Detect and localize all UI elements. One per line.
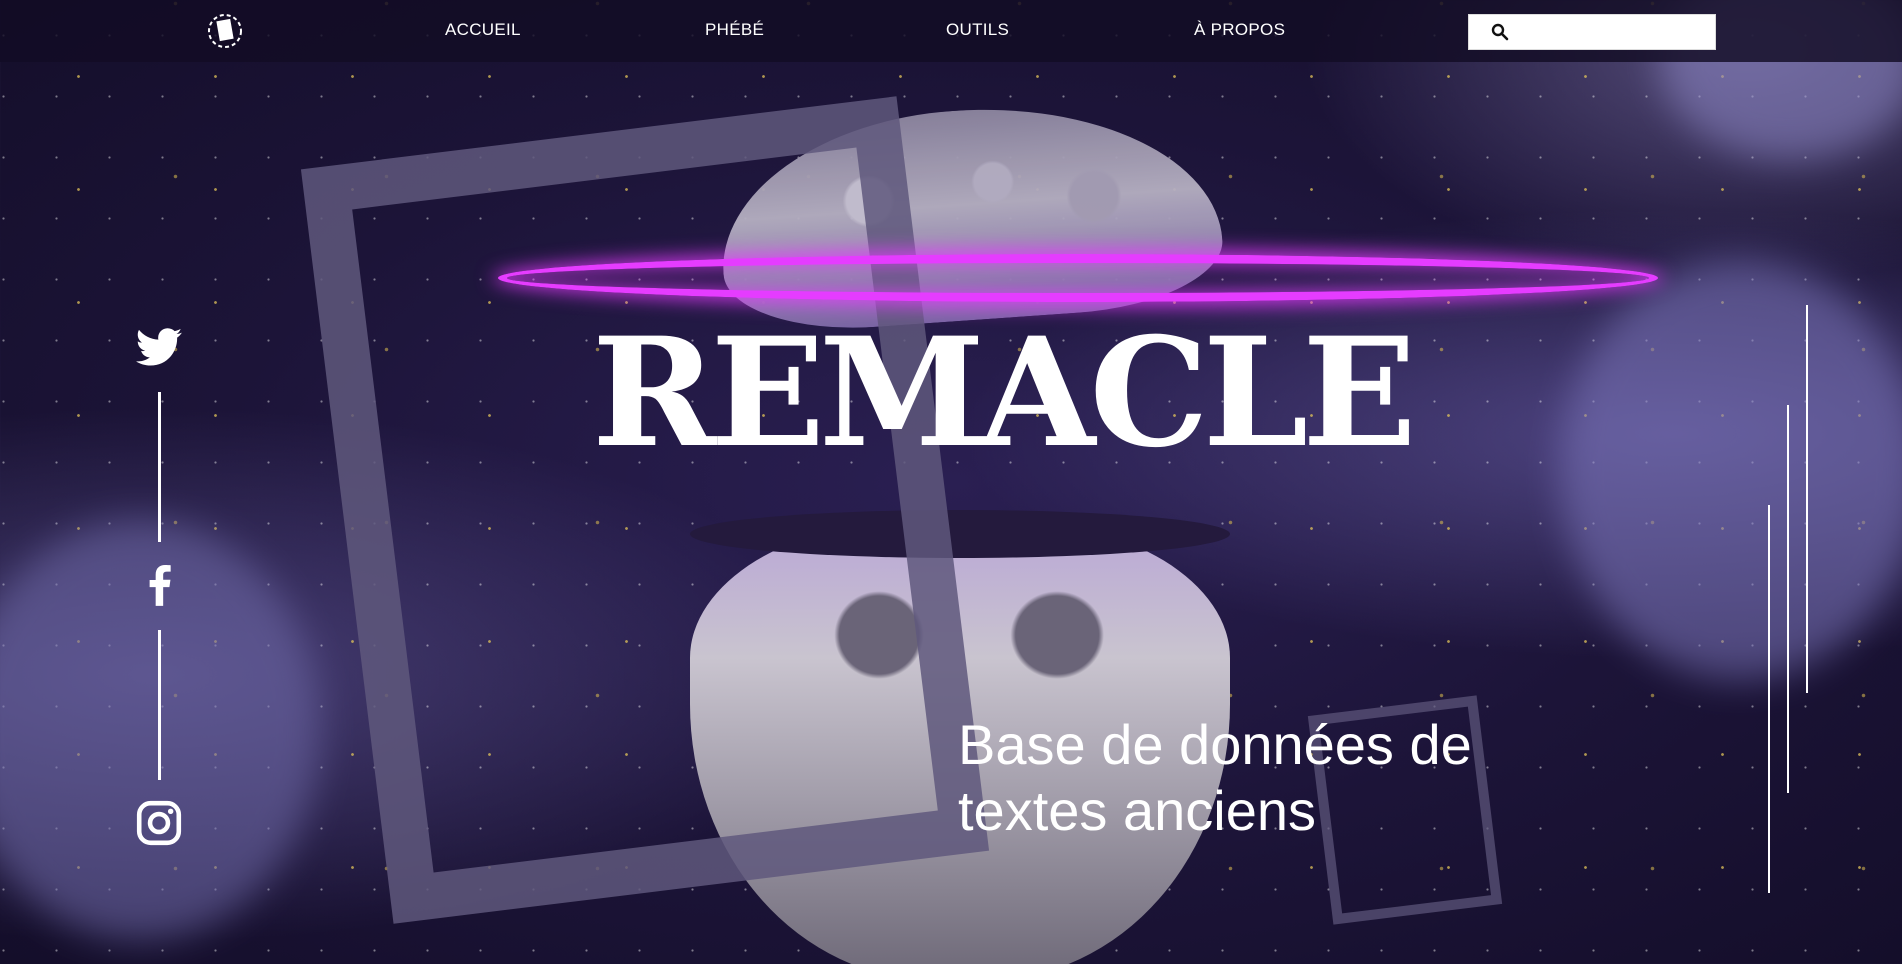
decorative-line: [1787, 405, 1789, 793]
hero-subtitle: Base de données de textes anciens: [958, 713, 1472, 842]
twitter-link[interactable]: [134, 323, 184, 373]
social-divider: [158, 392, 161, 542]
neon-halo: [498, 254, 1658, 302]
nav-link-a-propos[interactable]: À PROPOS: [1194, 20, 1285, 40]
navbar: ACCUEIL PHÉBÉ OUTILS À PROPOS: [0, 0, 1902, 62]
nav-link-outils[interactable]: OUTILS: [946, 20, 1009, 40]
decorative-line: [1806, 305, 1808, 693]
twitter-icon: [136, 328, 182, 366]
facebook-link[interactable]: [134, 560, 184, 610]
nav-link-accueil[interactable]: ACCUEIL: [445, 20, 521, 40]
marble-swirl: [1560, 260, 1902, 680]
search-box: [1468, 14, 1716, 50]
hero-title: REMACLE: [592, 305, 1417, 481]
laurel-book-icon: [208, 14, 242, 48]
search-icon[interactable]: [1491, 23, 1509, 41]
instagram-icon: [136, 800, 182, 846]
nav-link-phebe[interactable]: PHÉBÉ: [705, 20, 764, 40]
social-divider: [158, 630, 161, 780]
facebook-icon: [149, 565, 171, 606]
instagram-link[interactable]: [134, 798, 184, 848]
search-input[interactable]: [1519, 19, 1709, 45]
site-logo[interactable]: [205, 11, 245, 51]
decorative-frame-large: [300, 96, 990, 924]
decorative-line: [1768, 505, 1770, 893]
